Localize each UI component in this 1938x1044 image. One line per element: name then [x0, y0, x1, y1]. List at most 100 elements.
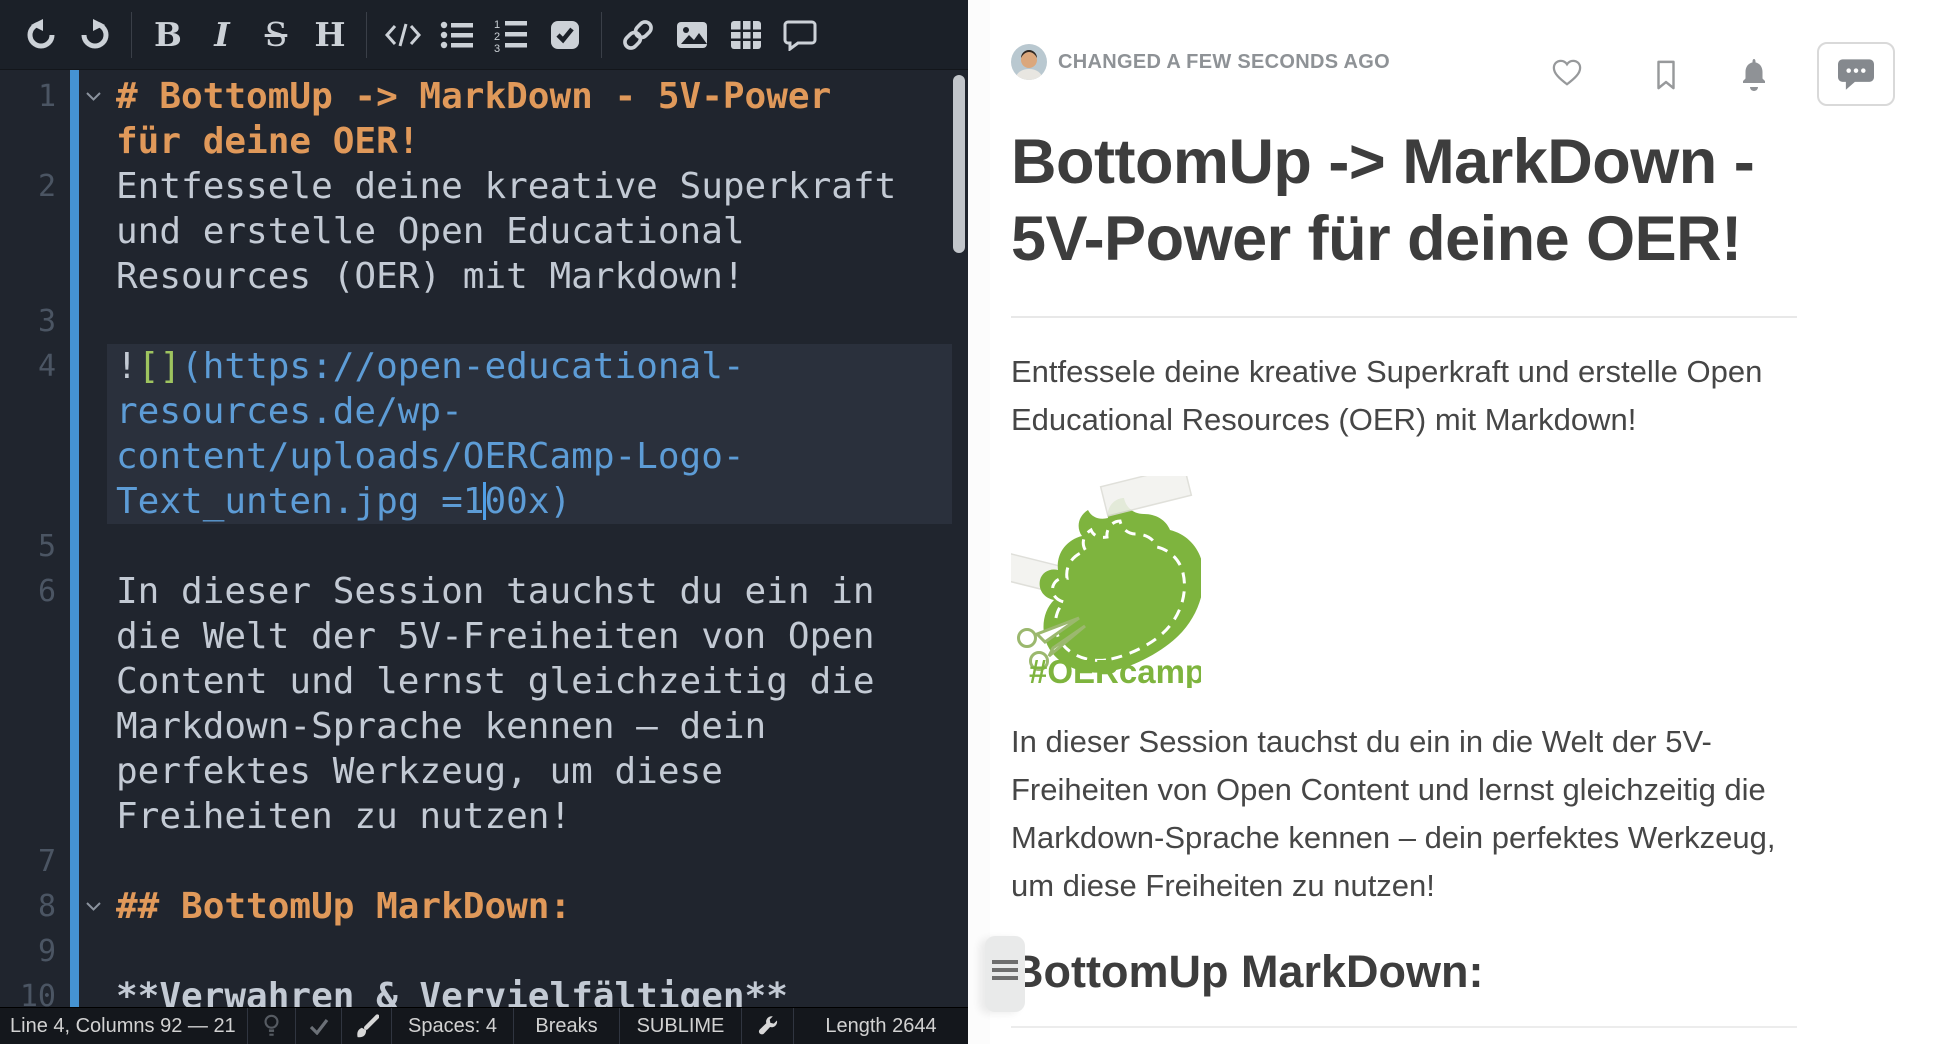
like-button[interactable] [1551, 58, 1583, 88]
numbered-list-button[interactable]: 1 2 3 [484, 11, 538, 59]
spaces-status[interactable]: Spaces: 4 [392, 1008, 514, 1044]
logo-caption: #OERcamp [1029, 653, 1201, 688]
code-token: und erstelle Open Educational [116, 211, 745, 252]
code-token: perfektes Werkzeug, um diese [116, 751, 723, 792]
split-drag-handle[interactable] [985, 936, 1025, 1012]
doc-paragraph: Entfessele deine kreative Superkraft und… [1011, 348, 1797, 444]
tape-top [1101, 476, 1192, 516]
code-block-button[interactable] [376, 11, 430, 59]
rendered-document: BottomUp -> MarkDown -5V-Power für deine… [990, 124, 1938, 1028]
comments-button[interactable] [1817, 42, 1895, 106]
spellcheck-button[interactable] [296, 1008, 342, 1044]
code-token: **Verwahren & Vervielfältigen** [116, 976, 788, 1007]
editor-row[interactable]: Resources (OER) mit Markdown! [0, 254, 954, 299]
theme-brush-button[interactable] [342, 1008, 392, 1044]
editor-row[interactable]: 5 [0, 524, 954, 569]
link-icon [621, 18, 655, 52]
bold-icon: B [154, 18, 182, 51]
editor-statusbar: Line 4, Columns 92 — 21 Spaces: 4 Breaks [0, 1007, 968, 1044]
comment-bubble-icon [1836, 56, 1876, 92]
table-button[interactable] [719, 11, 773, 59]
editor-row[interactable]: resources.de/wp- [0, 389, 954, 434]
code-token: ## BottomUp MarkDown: [116, 886, 571, 927]
code-token: 00x) [484, 481, 571, 522]
editor-row[interactable]: 10 **Verwahren & Vervielfältigen** [0, 974, 954, 1007]
code-token: für deine OER! [116, 121, 419, 162]
code-token: ! [116, 346, 138, 387]
table-icon [730, 19, 762, 51]
editor-row[interactable]: 4![](https://open-educational- [0, 344, 954, 389]
code-token: Text_unten.jpg =1 [116, 481, 484, 522]
doc-length-status[interactable]: Length 2644 [794, 1008, 968, 1044]
strikethrough-button[interactable]: S [249, 11, 303, 59]
notifications-button[interactable] [1738, 58, 1770, 92]
check-icon [309, 1017, 329, 1035]
code-token: die Welt der 5V-Freiheiten von Open [116, 616, 875, 657]
undo-button[interactable] [14, 11, 68, 59]
preferences-button[interactable] [742, 1008, 794, 1044]
link-button[interactable] [611, 11, 665, 59]
avatar[interactable] [1011, 44, 1047, 80]
toolbar-separator [601, 12, 602, 58]
editor-row[interactable]: 7 [0, 839, 954, 884]
code-token: Markdown-Sprache kennen – dein [116, 706, 766, 747]
code-token: Resources (OER) mit Markdown! [116, 256, 745, 297]
fold-chevron-icon[interactable] [85, 884, 102, 929]
pane-divider[interactable] [968, 0, 990, 1044]
line-number: 10 [0, 974, 56, 1007]
code-token: [] [138, 346, 181, 387]
italic-button[interactable]: I [195, 11, 249, 59]
toolbar-separator [366, 12, 367, 58]
breaks-label: Breaks [535, 1015, 597, 1038]
redo-button[interactable] [68, 11, 122, 59]
editor-row[interactable]: 8## BottomUp MarkDown: [0, 884, 954, 929]
undo-icon [25, 19, 57, 51]
editor-row[interactable]: für deine OER! [0, 119, 954, 164]
svg-text:1: 1 [494, 19, 500, 31]
editor-row[interactable]: 9 [0, 929, 954, 974]
editor-row[interactable]: perfektes Werkzeug, um diese [0, 749, 954, 794]
editor-row[interactable]: Markdown-Sprache kennen – dein [0, 704, 954, 749]
code-token: Content und lernst gleichzeitig die [116, 661, 875, 702]
editor-row[interactable]: Freiheiten zu nutzen! [0, 794, 954, 839]
line-number: 2 [0, 164, 56, 209]
breaks-status[interactable]: Breaks [514, 1008, 620, 1044]
editor-row[interactable]: 2Entfessele deine kreative Superkraft [0, 164, 954, 209]
editor-row[interactable]: die Welt der 5V-Freiheiten von Open [0, 614, 954, 659]
comment-icon [783, 19, 817, 51]
editor-scrollbar[interactable] [953, 75, 965, 253]
fold-chevron-icon[interactable] [85, 74, 102, 119]
grip-icon [992, 960, 1018, 1012]
italic-icon: I [214, 18, 229, 51]
code-editor[interactable]: 1# BottomUp -> MarkDown - 5V-Powerfür de… [0, 70, 968, 1007]
checklist-icon [549, 19, 581, 51]
night-mode-button[interactable] [248, 1008, 296, 1044]
comment-button[interactable] [773, 11, 827, 59]
cursor-position-status[interactable]: Line 4, Columns 92 — 21 [0, 1008, 248, 1044]
doc-length-label: Length 2644 [825, 1015, 936, 1038]
bell-icon [1738, 58, 1770, 92]
editor-row[interactable]: 6In dieser Session tauchst du ein in [0, 569, 954, 614]
spaces-label: Spaces: 4 [408, 1015, 497, 1038]
wrench-icon [757, 1015, 779, 1037]
bold-button[interactable]: B [141, 11, 195, 59]
bookmark-button[interactable] [1651, 58, 1681, 92]
editor-row[interactable]: Text_unten.jpg =100x) [0, 479, 954, 524]
editor-row[interactable]: 1# BottomUp -> MarkDown - 5V-Power [0, 74, 954, 119]
oercamp-logo-image: #OERcamp [1011, 476, 1797, 688]
editor-row[interactable]: und erstelle Open Educational [0, 209, 954, 254]
last-changed-label: CHANGED A FEW SECONDS AGO [1058, 51, 1390, 74]
heading-button[interactable]: H [303, 11, 357, 59]
editor-row[interactable]: Content und lernst gleichzeitig die [0, 659, 954, 704]
bullet-list-button[interactable] [430, 11, 484, 59]
editor-row[interactable]: content/uploads/OERCamp-Logo- [0, 434, 954, 479]
numbered-list-icon: 1 2 3 [494, 18, 528, 52]
keymap-status[interactable]: SUBLIME [620, 1008, 742, 1044]
editor-rows: 1# BottomUp -> MarkDown - 5V-Powerfür de… [0, 74, 954, 1007]
redo-icon [79, 19, 111, 51]
line-number: 4 [0, 344, 56, 389]
svg-text:3: 3 [494, 43, 500, 52]
editor-row[interactable]: 3 [0, 299, 954, 344]
checklist-button[interactable] [538, 11, 592, 59]
image-button[interactable] [665, 11, 719, 59]
